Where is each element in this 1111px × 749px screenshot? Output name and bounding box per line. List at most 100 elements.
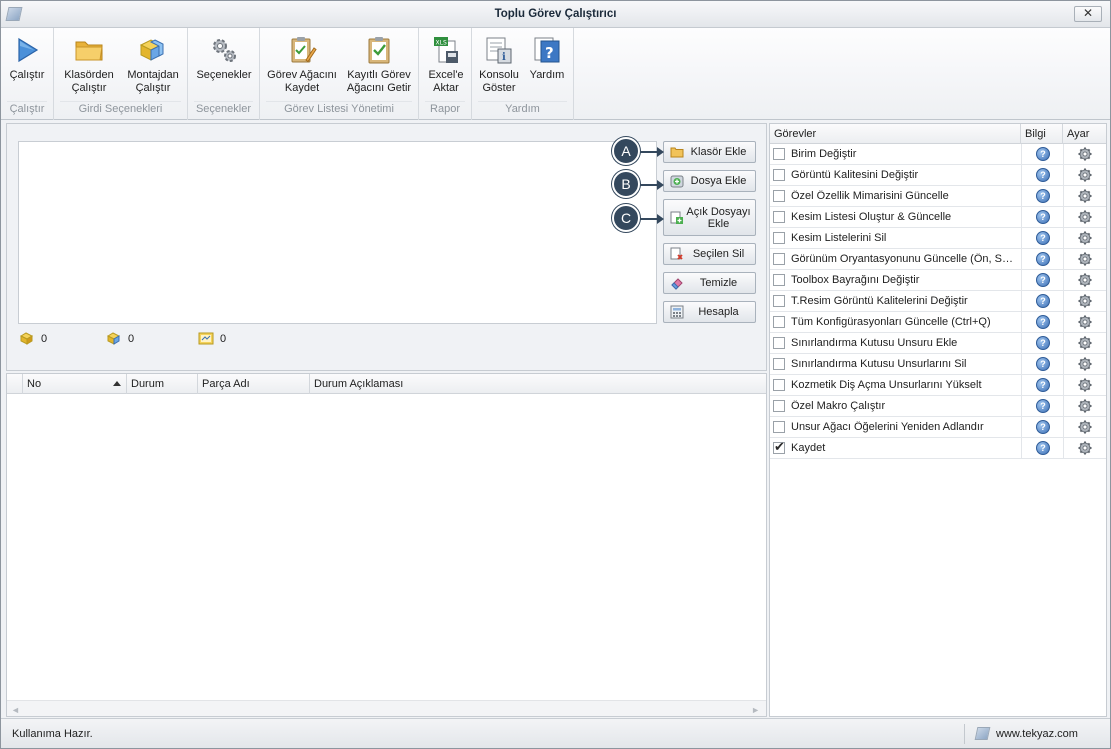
settings-gear-icon[interactable] bbox=[1077, 188, 1093, 204]
info-icon[interactable]: ? bbox=[1036, 231, 1050, 245]
task-row[interactable]: Toolbox Bayrağını Değiştir? bbox=[770, 270, 1106, 291]
task-checkbox[interactable] bbox=[773, 379, 785, 391]
task-row[interactable]: T.Resim Görüntü Kalitelerini Değiştir? bbox=[770, 291, 1106, 312]
load-task-tree-label: Kayıtlı Görev Ağacını Getir bbox=[346, 69, 412, 94]
options-label: Seçenekler bbox=[196, 69, 252, 81]
task-checkbox[interactable] bbox=[773, 400, 785, 412]
input-file-list[interactable] bbox=[18, 141, 657, 324]
run-button-label: Çalıştır bbox=[9, 69, 45, 81]
info-icon[interactable]: ? bbox=[1036, 399, 1050, 413]
info-icon[interactable]: ? bbox=[1036, 210, 1050, 224]
task-row[interactable]: Kesim Listesi Oluştur & Güncelle? bbox=[770, 207, 1106, 228]
info-icon[interactable]: ? bbox=[1036, 168, 1050, 182]
info-icon[interactable]: ? bbox=[1036, 420, 1050, 434]
settings-gear-icon[interactable] bbox=[1077, 146, 1093, 162]
settings-gear-icon[interactable] bbox=[1077, 419, 1093, 435]
task-checkbox[interactable] bbox=[773, 295, 785, 307]
delete-selected-label: Seçilen Sil bbox=[692, 248, 745, 260]
task-checkbox[interactable] bbox=[773, 316, 785, 328]
task-checkbox[interactable] bbox=[773, 232, 785, 244]
task-row[interactable]: Sınırlandırma Kutusu Unsuru Ekle? bbox=[770, 333, 1106, 354]
info-icon[interactable]: ? bbox=[1036, 273, 1050, 287]
info-icon[interactable]: ? bbox=[1036, 441, 1050, 455]
task-checkbox[interactable] bbox=[773, 421, 785, 433]
settings-gear-icon[interactable] bbox=[1077, 377, 1093, 393]
column-header-tasks[interactable]: Görevler bbox=[770, 124, 1021, 144]
column-header-part-name[interactable]: Parça Adı bbox=[198, 374, 310, 394]
task-row[interactable]: Kozmetik Diş Açma Unsurlarını Yükselt? bbox=[770, 375, 1106, 396]
info-icon[interactable]: ? bbox=[1036, 189, 1050, 203]
task-checkbox[interactable] bbox=[773, 358, 785, 370]
ribbon-group-task-list: Görev Ağacını Kaydet Kayıtlı Görev Ağacı… bbox=[260, 28, 419, 120]
info-icon[interactable]: ? bbox=[1036, 294, 1050, 308]
task-checkbox[interactable] bbox=[773, 253, 785, 265]
settings-gear-icon[interactable] bbox=[1077, 440, 1093, 456]
task-list-header: Görevler Bilgi Ayar bbox=[770, 124, 1106, 144]
save-task-tree-button[interactable]: Görev Ağacını Kaydet bbox=[264, 30, 340, 100]
settings-gear-icon[interactable] bbox=[1077, 356, 1093, 372]
task-row[interactable]: Birim Değiştir? bbox=[770, 144, 1106, 165]
task-row[interactable]: Kaydet? bbox=[770, 438, 1106, 459]
column-header-settings[interactable]: Ayar bbox=[1063, 124, 1106, 144]
task-row[interactable]: Unsur Ağacı Öğelerini Yeniden Adlandır? bbox=[770, 417, 1106, 438]
run-from-folder-button[interactable]: Klasörden Çalıştır bbox=[60, 30, 118, 100]
delete-selected-button[interactable]: Seçilen Sil bbox=[663, 243, 756, 265]
clear-button[interactable]: Temizle bbox=[663, 272, 756, 294]
task-checkbox[interactable] bbox=[773, 211, 785, 223]
column-header-no[interactable]: No bbox=[23, 374, 127, 394]
close-button[interactable]: ✕ bbox=[1074, 6, 1102, 22]
gears-icon bbox=[208, 34, 240, 66]
task-checkbox[interactable] bbox=[773, 148, 785, 160]
show-console-button[interactable]: i Konsolu Göster bbox=[474, 30, 524, 100]
options-button[interactable]: Seçenekler bbox=[192, 30, 256, 100]
task-checkbox[interactable] bbox=[773, 169, 785, 181]
info-icon[interactable]: ? bbox=[1036, 252, 1050, 266]
task-row[interactable]: Görüntü Kalitesini Değiştir? bbox=[770, 165, 1106, 186]
task-row[interactable]: Kesim Listelerini Sil? bbox=[770, 228, 1106, 249]
task-row[interactable]: Tüm Konfigürasyonları Güncelle (Ctrl+Q)? bbox=[770, 312, 1106, 333]
task-row[interactable]: Özel Makro Çalıştır? bbox=[770, 396, 1106, 417]
settings-gear-icon[interactable] bbox=[1077, 272, 1093, 288]
add-file-button[interactable]: Dosya Ekle bbox=[663, 170, 756, 192]
info-icon[interactable]: ? bbox=[1036, 147, 1050, 161]
settings-gear-icon[interactable] bbox=[1077, 230, 1093, 246]
settings-gear-icon[interactable] bbox=[1077, 398, 1093, 414]
ribbon-group-caption: Girdi Seçenekleri bbox=[78, 103, 163, 115]
column-header-status[interactable]: Durum bbox=[127, 374, 198, 394]
assembly-count: 0 bbox=[106, 330, 166, 348]
task-checkbox[interactable] bbox=[773, 274, 785, 286]
task-row[interactable]: Sınırlandırma Kutusu Unsurlarını Sil? bbox=[770, 354, 1106, 375]
column-header-info[interactable]: Bilgi bbox=[1021, 124, 1063, 144]
info-icon[interactable]: ? bbox=[1036, 357, 1050, 371]
export-excel-button[interactable]: XLS Excel'e Aktar bbox=[423, 30, 469, 100]
settings-gear-icon[interactable] bbox=[1077, 251, 1093, 267]
settings-gear-icon[interactable] bbox=[1077, 314, 1093, 330]
task-checkbox[interactable] bbox=[773, 337, 785, 349]
website-link[interactable]: www.tekyaz.com bbox=[996, 728, 1078, 740]
add-folder-button[interactable]: Klasör Ekle bbox=[663, 141, 756, 163]
scroll-right-icon[interactable]: ► bbox=[751, 705, 760, 715]
task-checkbox[interactable] bbox=[773, 190, 785, 202]
calculate-button[interactable]: Hesapla bbox=[663, 301, 756, 323]
column-header-label: No bbox=[27, 378, 42, 390]
info-icon[interactable]: ? bbox=[1036, 336, 1050, 350]
run-from-assembly-button[interactable]: Montajdan Çalıştır bbox=[122, 30, 184, 100]
settings-gear-icon[interactable] bbox=[1077, 167, 1093, 183]
part-icon bbox=[19, 330, 35, 346]
task-checkbox[interactable] bbox=[773, 439, 785, 455]
settings-gear-icon[interactable] bbox=[1077, 209, 1093, 225]
task-row[interactable]: Görünüm Oryantasyonunu Güncelle (Ön, Sağ… bbox=[770, 249, 1106, 270]
info-icon[interactable]: ? bbox=[1036, 378, 1050, 392]
run-button[interactable]: Çalıştır bbox=[4, 30, 50, 100]
task-name: Unsur Ağacı Öğelerini Yeniden Adlandır bbox=[791, 421, 984, 433]
load-task-tree-button[interactable]: Kayıtlı Görev Ağacını Getir bbox=[342, 30, 416, 100]
column-header-status-description[interactable]: Durum Açıklaması bbox=[310, 374, 766, 394]
horizontal-scrollbar[interactable]: ◄ ► bbox=[7, 700, 766, 716]
scroll-left-icon[interactable]: ◄ bbox=[11, 705, 20, 715]
help-button[interactable]: ? Yardım bbox=[526, 30, 568, 100]
settings-gear-icon[interactable] bbox=[1077, 335, 1093, 351]
task-row[interactable]: Özel Özellik Mimarisini Güncelle? bbox=[770, 186, 1106, 207]
add-open-file-button[interactable]: Açık Dosyayı Ekle bbox=[663, 199, 756, 236]
settings-gear-icon[interactable] bbox=[1077, 293, 1093, 309]
info-icon[interactable]: ? bbox=[1036, 315, 1050, 329]
